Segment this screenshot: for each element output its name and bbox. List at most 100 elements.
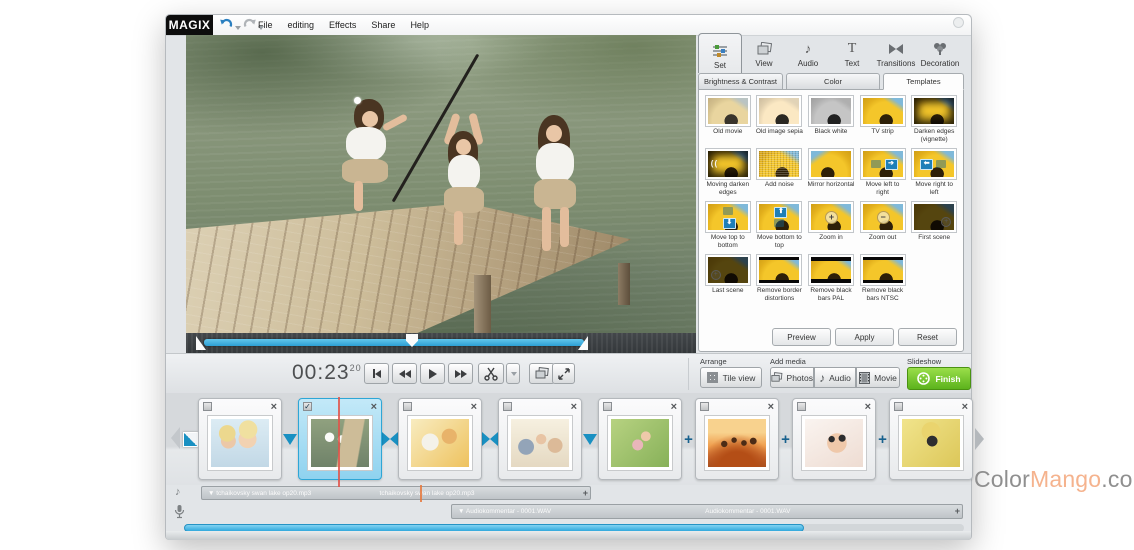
clip-expander-icon[interactable]: ▼: [208, 490, 214, 497]
timeline-scroll-left-icon[interactable]: [171, 427, 180, 449]
template-zoom-out[interactable]: − Zoom out: [857, 201, 909, 250]
transition-add-plus[interactable]: +: [682, 431, 695, 448]
template-last-scene[interactable]: + Last scene: [702, 254, 754, 303]
seek-start-handle[interactable]: [196, 336, 206, 350]
add-audio-button[interactable]: ♪ Audio: [814, 367, 856, 388]
reset-button[interactable]: Reset: [898, 328, 957, 346]
undo-dropdown-icon[interactable]: [235, 26, 241, 30]
template-move-top-to-bottom[interactable]: ⬇ Move top to bottom: [702, 201, 754, 250]
tab-decoration[interactable]: Decoration: [918, 33, 962, 71]
clip-extend-handle[interactable]: +: [955, 506, 960, 516]
clip-expander-icon[interactable]: ▼: [458, 508, 464, 515]
add-movie-button[interactable]: Movie: [856, 367, 900, 388]
transition-triangle-down[interactable]: [282, 434, 298, 445]
template-moving-darken-edges[interactable]: (( Moving darken edges: [702, 148, 754, 197]
cut-dropdown-button[interactable]: [506, 363, 520, 384]
preview-seek-bar[interactable]: [186, 333, 696, 353]
photos-icon: [755, 41, 773, 56]
undo-button[interactable]: [219, 16, 241, 31]
menu-effects[interactable]: Effects: [329, 20, 356, 30]
clip-extend-handle[interactable]: +: [583, 488, 588, 498]
template-move-left-to-right[interactable]: ➔ Move left to right: [857, 148, 909, 197]
fast-forward-button[interactable]: [448, 363, 473, 384]
transition-add-plus[interactable]: +: [876, 431, 889, 448]
music-track-clip[interactable]: ▼ tchaikovsky swan lake op20.mp3 tchaiko…: [201, 486, 591, 500]
template-mirror-horizontal[interactable]: Mirror horizontal: [805, 148, 857, 197]
slide-close-icon[interactable]: ×: [371, 402, 377, 412]
template-darken-edges-vignette[interactable]: Darken edges (vignette): [908, 95, 960, 144]
timeline-slide-1[interactable]: ×: [198, 398, 282, 480]
seek-range-bar[interactable]: [204, 339, 584, 346]
timeline-slide-3[interactable]: ×: [398, 398, 482, 480]
timeline-scroll-right-icon[interactable]: [975, 428, 984, 450]
template-add-noise[interactable]: Add noise: [754, 148, 806, 197]
template-remove-black-bars-pal[interactable]: Remove black bars PAL: [805, 254, 857, 303]
menu-file[interactable]: File: [258, 20, 273, 30]
tab-audio[interactable]: ♪ Audio: [786, 33, 830, 71]
tab-transitions[interactable]: Transitions: [874, 33, 918, 71]
slide-checkbox[interactable]: [797, 402, 806, 411]
slide-checkbox[interactable]: [700, 402, 709, 411]
watermark-color: Color: [974, 466, 1030, 492]
tab-text[interactable]: T Text: [830, 33, 874, 71]
template-black-white[interactable]: Black white: [805, 95, 857, 144]
menu-editing[interactable]: editing: [288, 20, 315, 30]
transition-bowtie[interactable]: [482, 432, 498, 446]
tab-view[interactable]: View: [742, 33, 786, 71]
transition-add-plus[interactable]: +: [779, 431, 792, 448]
transition-triangle-down[interactable]: [582, 434, 598, 445]
tile-view-button[interactable]: Tile view: [700, 367, 762, 388]
preview-button[interactable]: Preview: [772, 328, 831, 346]
slide-checkbox[interactable]: [503, 402, 512, 411]
transition-bowtie[interactable]: [382, 432, 398, 446]
slide-checkbox[interactable]: [603, 402, 612, 411]
template-old-image-sepia[interactable]: Old image sepia: [754, 95, 806, 144]
cut-button[interactable]: [478, 363, 504, 384]
template-zoom-in[interactable]: + Zoom in: [805, 201, 857, 250]
slide-close-icon[interactable]: ×: [271, 402, 277, 412]
tab-set-label: Set: [714, 61, 726, 70]
finish-button[interactable]: Finish: [907, 367, 971, 390]
template-move-bottom-to-top[interactable]: ⬆ Move bottom to top: [754, 201, 806, 250]
template-old-movie[interactable]: Old movie: [702, 95, 754, 144]
subtab-templates[interactable]: Templates: [883, 73, 964, 90]
menu-share[interactable]: Share: [371, 20, 395, 30]
slide-close-icon[interactable]: ×: [571, 402, 577, 412]
slide-close-icon[interactable]: ×: [768, 402, 774, 412]
fullscreen-button[interactable]: [552, 363, 575, 384]
slide-close-icon[interactable]: ×: [865, 402, 871, 412]
menu-help[interactable]: Help: [410, 20, 429, 30]
tab-set[interactable]: Set: [698, 33, 742, 73]
subtab-color[interactable]: Color: [786, 73, 880, 90]
timeline-slide-5[interactable]: ×: [598, 398, 682, 480]
timeline-slide-6[interactable]: ×: [695, 398, 779, 480]
slide-close-icon[interactable]: ×: [962, 402, 968, 412]
add-photos-button[interactable]: Photos: [770, 367, 814, 388]
subtab-brightness-contrast[interactable]: Brightness & Contrast: [698, 73, 783, 90]
video-preview[interactable]: [186, 35, 696, 333]
apply-button[interactable]: Apply: [835, 328, 894, 346]
slide-checkbox[interactable]: [203, 402, 212, 411]
seek-end-handle[interactable]: [578, 336, 588, 350]
play-button[interactable]: [420, 363, 445, 384]
slide-close-icon[interactable]: ×: [671, 402, 677, 412]
template-move-right-to-left[interactable]: ⬅ Move right to left: [908, 148, 960, 197]
slide-close-icon[interactable]: ×: [471, 402, 477, 412]
timeline-slide-2-selected[interactable]: ✓×: [298, 398, 382, 480]
slide-checkbox[interactable]: [894, 402, 903, 411]
template-tv-strip[interactable]: TV strip: [857, 95, 909, 144]
slide-checkbox-checked[interactable]: ✓: [303, 402, 312, 411]
timeline-slide-4[interactable]: ×: [498, 398, 582, 480]
skip-start-button[interactable]: [364, 363, 389, 384]
slide-thumbnail: [607, 415, 673, 471]
voice-track-clip[interactable]: ▼ Audiokommentar - 0001.WAV Audiokomment…: [451, 504, 963, 519]
slide-checkbox[interactable]: [403, 402, 412, 411]
rewind-button[interactable]: [392, 363, 417, 384]
timeline-playhead[interactable]: [338, 397, 340, 487]
template-first-scene[interactable]: + First scene: [908, 201, 960, 250]
template-remove-black-bars-ntsc[interactable]: Remove black bars NTSC: [857, 254, 909, 303]
transition-diagonal-wipe[interactable]: [182, 432, 198, 447]
timeline-slide-7[interactable]: ×: [792, 398, 876, 480]
timeline-slide-8[interactable]: ×: [889, 398, 973, 480]
template-remove-border-distortions[interactable]: Remove border distortions: [754, 254, 806, 303]
